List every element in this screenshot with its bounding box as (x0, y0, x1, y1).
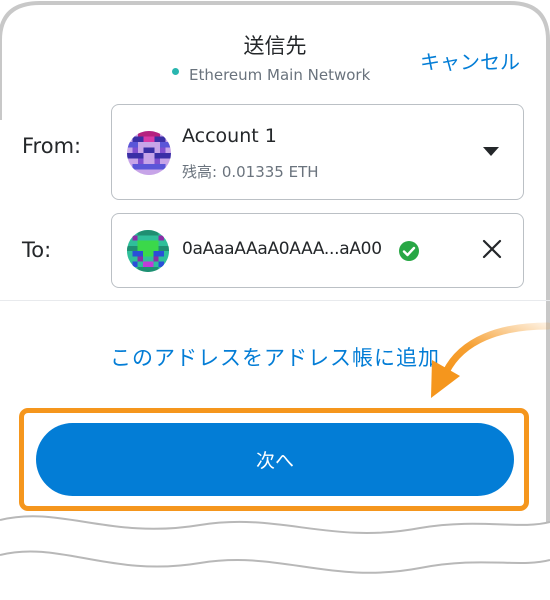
screenshot-stage: 送信先 Ethereum Main Network キャンセル From: Ac… (0, 0, 550, 600)
account-name: Account 1 (182, 125, 277, 147)
close-icon[interactable] (481, 238, 503, 260)
to-label: To: (22, 238, 52, 262)
network-name: Ethereum Main Network (189, 66, 371, 84)
recipient-address: 0aAaaAAaA0AAA...aA00 (182, 239, 382, 259)
add-to-address-book-link[interactable]: このアドレスをアドレス帳に追加 (0, 342, 550, 372)
verified-check-icon (399, 241, 419, 261)
from-account-selector[interactable]: Account 1 残高: 0.01335 ETH (111, 104, 524, 200)
recipient-field[interactable]: 0aAaaAAaA0AAA...aA00 (111, 213, 524, 288)
network-indicator: Ethereum Main Network (172, 66, 370, 84)
next-button[interactable]: 次へ (36, 423, 514, 496)
recipient-avatar-icon (127, 230, 169, 272)
chevron-down-icon[interactable] (483, 147, 499, 156)
account-avatar-icon (127, 131, 171, 175)
from-label: From: (22, 134, 82, 158)
account-balance: 残高: 0.01335 ETH (182, 163, 319, 181)
send-panel: 送信先 Ethereum Main Network キャンセル From: Ac… (0, 0, 550, 600)
cancel-button[interactable]: キャンセル (420, 46, 520, 75)
network-status-dot-icon (172, 67, 179, 75)
section-divider (0, 300, 550, 301)
